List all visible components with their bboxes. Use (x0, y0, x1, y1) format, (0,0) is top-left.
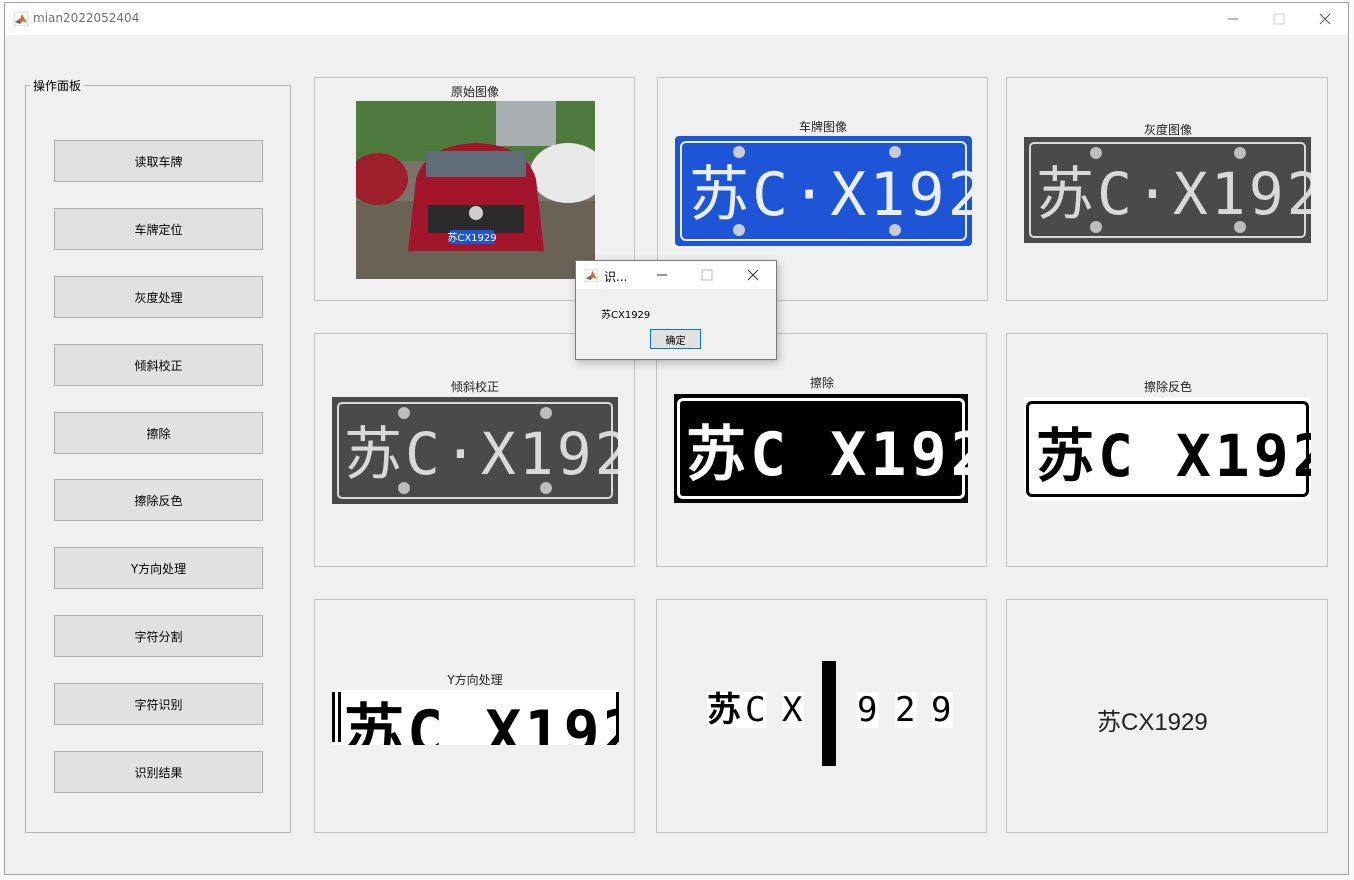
close-icon (1319, 13, 1331, 25)
maximize-icon (1273, 13, 1285, 25)
plate-caption: 车牌图像 (798, 120, 848, 134)
dialog-title-bar[interactable]: 识... (576, 261, 776, 289)
ok-button[interactable]: 确定 (650, 329, 701, 349)
axes-segmentation: 苏 C X 9 2 9 (656, 599, 987, 833)
tilt-correct-button[interactable]: 倾斜校正 (54, 344, 263, 386)
gray-dot: · (1134, 160, 1173, 228)
matlab-icon (14, 12, 28, 26)
dialog-message: 苏CX1929 (601, 310, 651, 321)
char-segment-button[interactable]: 字符分割 (54, 615, 263, 657)
segment-6: 9 (931, 690, 953, 730)
segment-4: 9 (857, 690, 879, 730)
plate-image: 苏C·X1929 (675, 136, 972, 246)
plate-dot: · (791, 160, 831, 230)
main-window: mian2022052404 操作面板 读取车牌 车牌定位 灰度处理 倾斜校正 … (4, 2, 1349, 875)
erase-caption: 擦除 (809, 376, 835, 390)
erase-image: 苏C X1929 (674, 394, 968, 503)
gray-province: 苏 (1036, 160, 1098, 228)
tilt-city: C (405, 420, 443, 488)
axes-tilt: 倾斜校正 苏C·X1929 (314, 333, 635, 567)
tilt-dot: · (442, 420, 481, 488)
close-icon[interactable] (747, 269, 759, 281)
minimize-button[interactable] (1210, 3, 1256, 35)
segment-1: C (745, 690, 767, 730)
plate-province: 苏 (689, 160, 752, 230)
plate-city: C (752, 160, 792, 230)
erase-inverse-image: 苏C X1929 (1024, 397, 1311, 501)
erase-city: C (750, 420, 791, 490)
axes-erase-inverse: 擦除反色 苏C X1929 (1006, 333, 1328, 567)
original-caption: 原始图像 (450, 85, 500, 99)
inverse-province: 苏 (1036, 422, 1099, 490)
erase-button[interactable]: 擦除 (54, 412, 263, 454)
gray-city: C (1097, 160, 1135, 228)
axes-erase: 擦除 苏C X1929 (656, 333, 987, 567)
axes-result: 苏CX1929 (1006, 599, 1328, 833)
locate-plate-button[interactable]: 车牌定位 (54, 208, 263, 250)
y-direction-button[interactable]: Y方向处理 (54, 547, 263, 589)
gray-number: X1929 (1172, 160, 1311, 228)
y-direction-image: 苏C X1929 (332, 690, 619, 745)
gray-plate-image: 苏C·X1929 (1024, 137, 1311, 243)
inverse-city: C (1098, 422, 1137, 490)
recognition-result: 苏CX1929 (1097, 709, 1208, 736)
ydir-number: X1929 (485, 698, 619, 745)
segment-5: 2 (895, 690, 917, 730)
tilt-number: X1929 (480, 420, 618, 488)
maximize-button[interactable] (1256, 3, 1302, 35)
tilt-province: 苏 (344, 420, 406, 488)
minimize-icon (1228, 18, 1238, 20)
axes-y-direction: Y方向处理 苏C X1929 (314, 599, 635, 833)
tilt-caption: 倾斜校正 (450, 380, 500, 394)
matlab-icon (585, 269, 598, 282)
title-bar[interactable]: mian2022052404 (5, 3, 1348, 35)
close-button[interactable] (1302, 3, 1348, 35)
tilt-plate-image: 苏C·X1929 (332, 397, 618, 504)
erase-invert-button[interactable]: 擦除反色 (54, 479, 263, 521)
original-car-image: 苏CX1929 (356, 101, 595, 279)
ydir-city: C (407, 698, 447, 745)
erase-inverse-caption: 擦除反色 (1143, 380, 1193, 394)
result-dialog: 识... 苏CX1929 确定 (575, 260, 777, 360)
grayscale-button[interactable]: 灰度处理 (54, 276, 263, 318)
ydir-province: 苏 (344, 698, 407, 745)
inverse-number: X1929 (1175, 422, 1311, 490)
window-title: mian2022052404 (33, 11, 140, 25)
char-recognize-button[interactable]: 字符识别 (54, 683, 263, 725)
car-plate-text: 苏CX1929 (447, 231, 496, 244)
y-direction-caption: Y方向处理 (447, 673, 503, 687)
segment-3 (822, 661, 836, 766)
segment-2: X (782, 690, 804, 730)
panel-legend: 操作面板 (30, 77, 85, 94)
axes-gray: 灰度图像 苏C·X1929 (1006, 77, 1328, 301)
dialog-title: 识... (604, 270, 628, 284)
erase-province: 苏 (686, 420, 750, 490)
control-panel: 操作面板 读取车牌 车牌定位 灰度处理 倾斜校正 擦除 擦除反色 Y方向处理 字… (25, 77, 291, 833)
result-button[interactable]: 识别结果 (54, 751, 263, 793)
read-plate-button[interactable]: 读取车牌 (54, 140, 263, 182)
erase-number: X1929 (830, 420, 968, 490)
minimize-icon[interactable] (656, 269, 668, 281)
plate-number: X1929 (830, 160, 972, 230)
gray-caption: 灰度图像 (1143, 123, 1193, 137)
maximize-icon[interactable] (701, 269, 713, 281)
